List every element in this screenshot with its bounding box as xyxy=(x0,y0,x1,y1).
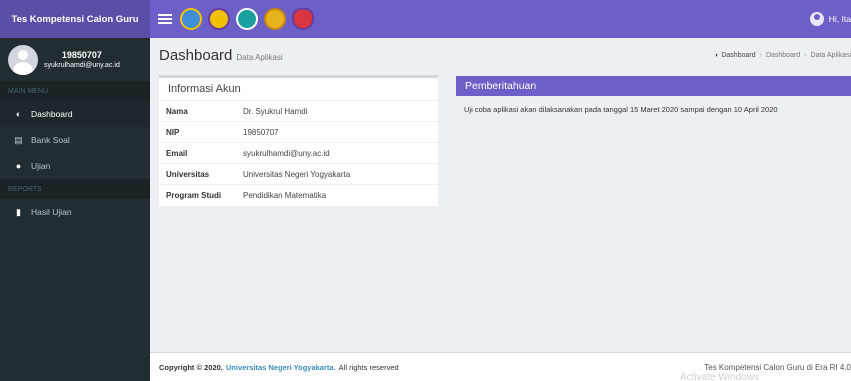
sidebar-item-label: Hasil Ujian xyxy=(31,207,72,217)
sidebar-item-bank-soal[interactable]: ▤ Bank Soal xyxy=(0,127,150,153)
page-subtitle: Data Aplikasi xyxy=(236,53,283,62)
top-navbar: Tes Kompetensi Calon Guru Hi, Ita xyxy=(0,0,851,38)
user-avatar-icon xyxy=(809,12,824,26)
breadcrumb-separator-icon: › xyxy=(759,52,762,59)
info-row-nip: NIP 19850707 xyxy=(159,122,438,143)
sidebar-item-label: Bank Soal xyxy=(31,135,70,145)
file-icon: ▤ xyxy=(14,134,23,145)
content-header: Dashboard Data Aplikasi ◐ Dashboard › Dashb… xyxy=(150,38,851,72)
user-menu[interactable]: Hi, Ita xyxy=(809,0,851,38)
breadcrumb-item[interactable]: Dashboard xyxy=(766,52,800,59)
informasi-akun-box: Informasi Akun Nama Dr. Syukrul Hamdi NI… xyxy=(159,75,438,206)
user-panel: 19850707 syukrulhamdi@uny.ac.id xyxy=(0,38,150,81)
navbar: Hi, Ita xyxy=(150,0,851,38)
info-row-universitas: Universitas Universitas Negeri Yogyakart… xyxy=(159,164,438,185)
page-title-text: Dashboard xyxy=(159,47,233,64)
document-icon: ▮ xyxy=(16,206,21,217)
sidebar-item-label: Ujian xyxy=(31,161,51,171)
footer-rights: All rights reserved xyxy=(338,362,399,372)
sidebar-header-reports: REPORTS xyxy=(0,179,150,199)
info-label: Nama xyxy=(166,106,188,116)
sidebar-item-hasil-ujian[interactable]: ▮ Hasil Ujian xyxy=(0,199,150,225)
logo-kemdikbud-icon xyxy=(180,8,202,30)
logo-emblem-icon xyxy=(236,8,258,30)
info-value: Dr. Syukrul Hamdi xyxy=(243,106,308,116)
menu-toggle-icon[interactable] xyxy=(158,14,172,24)
breadcrumb-item: Dashboard xyxy=(721,52,756,59)
avatar xyxy=(8,44,38,75)
dashboard-icon: ◐ xyxy=(715,52,720,59)
info-label: Email xyxy=(166,148,188,158)
sidebar-header-main-menu: MAIN MENU xyxy=(0,81,150,101)
activate-windows-watermark: Activate Windows xyxy=(680,372,759,381)
info-row-nama: Nama Dr. Syukrul Hamdi xyxy=(159,101,438,122)
sidebar-item-label: Dashboard xyxy=(31,109,73,119)
info-label: Universitas xyxy=(166,169,210,179)
footer-university-link[interactable]: Universitas Negeri Yogyakarta. xyxy=(226,363,336,372)
dashboard-icon: ◐ xyxy=(15,109,22,119)
info-value: Universitas Negeri Yogyakarta xyxy=(243,169,351,179)
user-greeting: Hi, Ita xyxy=(828,14,851,24)
info-label: Program Studi xyxy=(166,191,222,200)
info-row-email: Email syukrulhamdi@uny.ac.id xyxy=(159,143,438,164)
notice-text: Uji coba aplikasi akan dilaksanakan pada… xyxy=(464,105,778,114)
info-label: NIP xyxy=(166,127,180,137)
page-title: Dashboard Data Aplikasi xyxy=(159,47,283,64)
main-content: Dashboard Data Aplikasi ◐ Dashboard › Dashb… xyxy=(150,38,851,352)
info-row-program-studi: Program Studi Pendidikan Matematika xyxy=(159,185,438,206)
breadcrumb-separator-icon: › xyxy=(804,52,807,59)
sidebar: 19850707 syukrulhamdi@uny.ac.id MAIN MEN… xyxy=(0,38,150,381)
breadcrumb-home[interactable]: ◐ Dashboard xyxy=(715,52,755,59)
footer-tagline: Tes Kompetensi Calon Guru di Era RI 4.0 xyxy=(704,363,851,372)
info-value: 19850707 xyxy=(243,127,279,137)
pemberitahuan-box: Pemberitahuan Uji coba aplikasi akan dil… xyxy=(456,76,851,156)
footer-copyright: Copyright © 2020. xyxy=(159,362,223,372)
info-value: syukrulhamdi@uny.ac.id xyxy=(243,148,330,158)
breadcrumb: ◐ Dashboard › Dashboard › Data Aplikasi xyxy=(715,52,851,59)
box-title: Informasi Akun xyxy=(159,78,438,101)
info-value: Pendidikan Matematika xyxy=(243,191,327,200)
logo-gold-emblem-icon xyxy=(264,8,286,30)
sidebar-item-dashboard[interactable]: ◐ Dashboard xyxy=(0,101,150,127)
logo-uny-icon xyxy=(208,8,230,30)
sidebar-item-ujian[interactable]: ● Ujian xyxy=(0,153,150,179)
logo-red-emblem-icon xyxy=(292,8,314,30)
globe-icon: ● xyxy=(15,161,22,171)
user-email: syukrulhamdi@uny.ac.id xyxy=(44,62,120,69)
user-nip: 19850707 xyxy=(61,50,102,60)
box-title: Pemberitahuan xyxy=(456,76,851,96)
breadcrumb-item: Data Aplikasi xyxy=(810,52,851,59)
app-brand[interactable]: Tes Kompetensi Calon Guru xyxy=(0,0,150,38)
